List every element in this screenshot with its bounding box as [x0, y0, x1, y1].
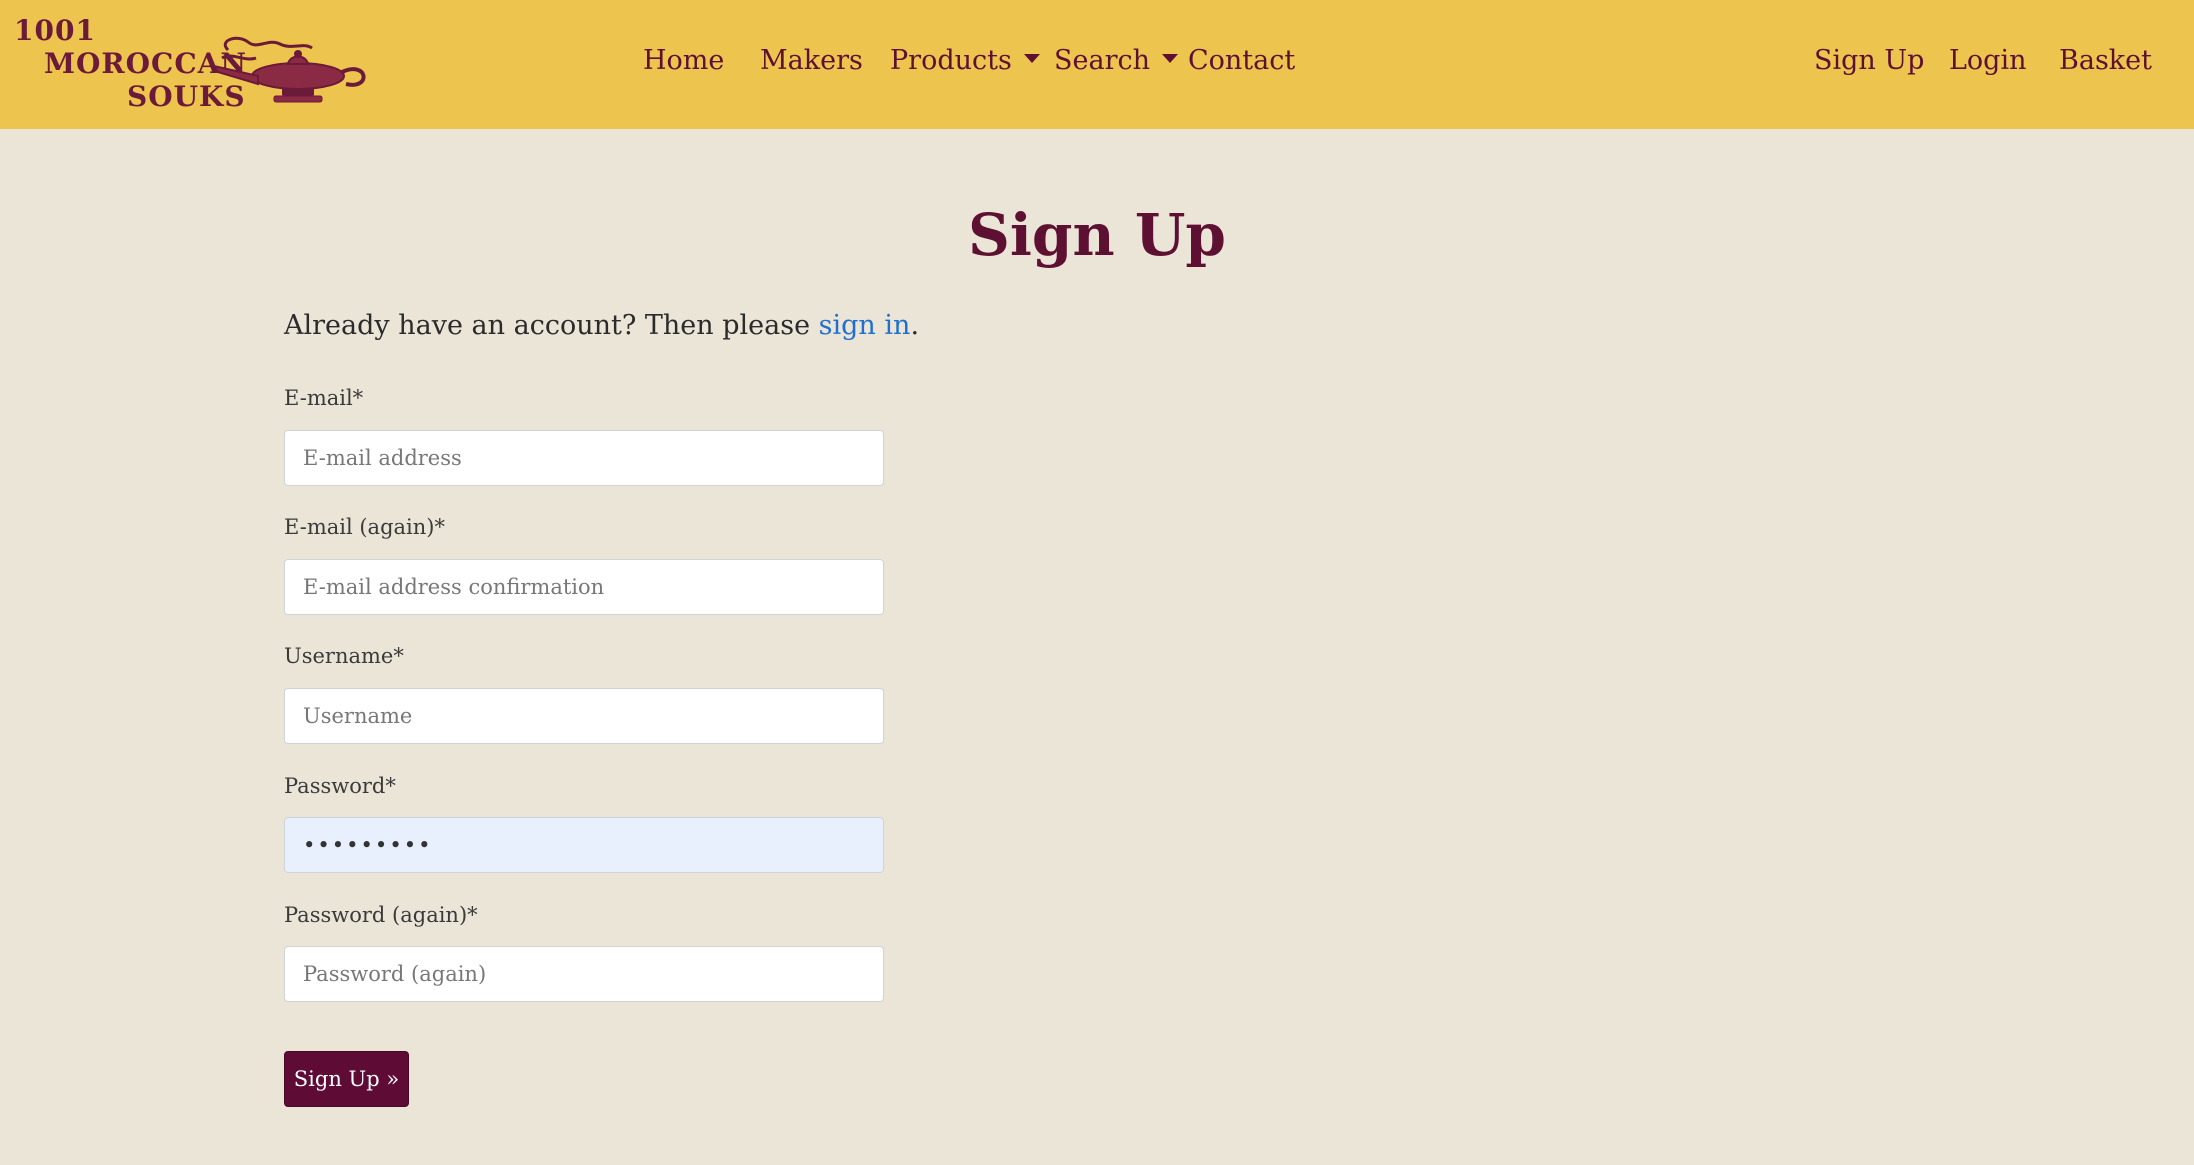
signin-prompt-text: Already have an account? Then please	[284, 310, 819, 341]
email-confirm-field[interactable]	[284, 559, 884, 615]
nav-home[interactable]: Home	[643, 44, 724, 78]
sign-in-link[interactable]: sign in	[819, 310, 911, 341]
nav-basket[interactable]: Basket	[2059, 44, 2152, 78]
nav-makers[interactable]: Makers	[760, 44, 863, 78]
email-label: E-mail*	[284, 386, 364, 410]
username-label: Username*	[284, 644, 404, 668]
navbar: 1001 MOROCCAN SOUKS Home Makers Products…	[0, 0, 2194, 129]
password-label: Password*	[284, 774, 396, 798]
nav-signup[interactable]: Sign Up	[1814, 44, 1924, 78]
nav-products-label: Products	[890, 45, 1012, 76]
chevron-down-icon	[1023, 54, 1040, 63]
nav-products-dropdown[interactable]: Products	[890, 44, 1040, 78]
nav-search-dropdown[interactable]: Search	[1054, 44, 1178, 78]
magic-lamp-icon	[211, 36, 366, 103]
email-field[interactable]	[284, 430, 884, 486]
password-field[interactable]	[284, 817, 884, 873]
password-confirm-label: Password (again)*	[284, 903, 478, 927]
email-confirm-label: E-mail (again)*	[284, 515, 445, 539]
brand-logo[interactable]: 1001 MOROCCAN SOUKS	[12, 14, 372, 114]
signup-submit-button[interactable]: Sign Up »	[284, 1051, 409, 1107]
nav-login[interactable]: Login	[1949, 44, 2027, 78]
username-field[interactable]	[284, 688, 884, 744]
chevron-down-icon	[1162, 54, 1178, 63]
page-title: Sign Up	[968, 201, 1226, 269]
signin-prompt: Already have an account? Then please sig…	[284, 308, 919, 344]
nav-contact[interactable]: Contact	[1188, 44, 1295, 78]
nav-search-label: Search	[1054, 45, 1150, 76]
password-confirm-field[interactable]	[284, 946, 884, 1002]
signin-prompt-suffix: .	[910, 310, 920, 341]
